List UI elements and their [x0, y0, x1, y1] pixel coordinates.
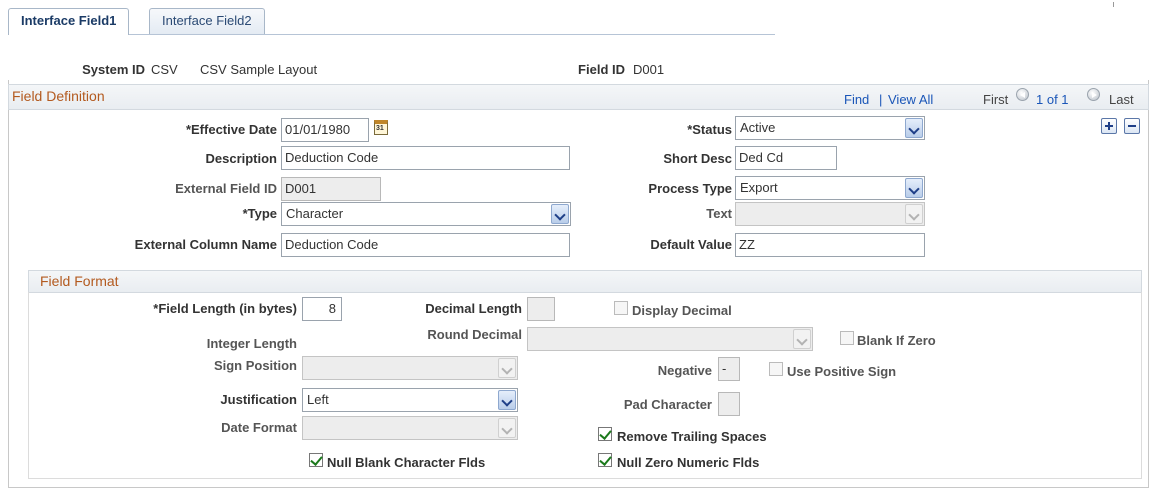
system-id-label: System ID: [82, 62, 145, 77]
chevron-down-icon[interactable]: [905, 178, 923, 198]
process-type-label: Process Type: [648, 181, 732, 196]
null-zero-numeric-label: Null Zero Numeric Flds: [617, 455, 760, 470]
prev-arrow-icon[interactable]: [1016, 88, 1029, 101]
short-desc-input[interactable]: Ded Cd: [735, 146, 837, 170]
type-select[interactable]: Character: [281, 202, 571, 226]
field-format-left-border: [28, 292, 29, 478]
field-id-label: Field ID: [578, 62, 625, 77]
chevron-down-icon: [905, 204, 923, 224]
round-decimal-label: Round Decimal: [427, 327, 522, 342]
process-type-value: Export: [740, 180, 778, 195]
external-column-name-label: External Column Name: [134, 237, 277, 252]
round-decimal-select: [527, 327, 813, 351]
null-blank-character-checkbox[interactable]: [309, 453, 323, 467]
nav-separator: |: [879, 92, 883, 107]
description-label: Description: [205, 151, 277, 166]
field-id-value: D001: [633, 62, 665, 77]
pad-character-label: Pad Character: [623, 397, 712, 412]
effective-date-label: *Effective Date: [185, 122, 277, 137]
use-positive-sign-checkbox: [769, 362, 783, 376]
use-positive-sign-label: Use Positive Sign: [787, 364, 897, 379]
last-label: Last: [1109, 92, 1134, 107]
chevron-down-icon: [498, 418, 516, 438]
text-label: Text: [706, 206, 732, 221]
decimal-length-label: Decimal Length: [425, 301, 522, 316]
external-column-name-input[interactable]: Deduction Code: [281, 233, 570, 257]
remove-trailing-spaces-label: Remove Trailing Spaces: [617, 429, 767, 444]
external-field-id-input: D001: [281, 177, 381, 201]
pad-character-input: [718, 392, 740, 416]
delete-row-minus-icon[interactable]: [1124, 118, 1140, 134]
add-row-plus-icon[interactable]: [1101, 118, 1117, 134]
blank-if-zero-label: Blank If Zero: [857, 333, 936, 348]
field-format-header: [28, 270, 1142, 293]
find-link[interactable]: Find: [844, 92, 869, 108]
chevron-down-icon: [498, 358, 516, 378]
status-value: Active: [740, 120, 776, 135]
view-all-link[interactable]: View All: [888, 92, 933, 108]
field-length-input[interactable]: 8: [302, 297, 342, 321]
blank-if-zero-checkbox: [840, 331, 854, 345]
status-select[interactable]: Active: [735, 116, 925, 140]
field-format-title: Field Format: [40, 273, 119, 289]
date-format-label: Date Format: [221, 420, 297, 435]
field-length-label: *Field Length (in bytes): [153, 301, 297, 316]
null-zero-numeric-checkbox[interactable]: [598, 453, 612, 467]
corner-tick: [1113, 2, 1114, 7]
row-count: 1 of 1: [1036, 92, 1069, 107]
negative-label: Negative: [657, 363, 712, 378]
system-description: CSV Sample Layout: [200, 62, 318, 77]
sign-position-label: Sign Position: [213, 358, 297, 373]
sign-position-select: [302, 356, 518, 380]
decimal-length-input: [527, 297, 555, 321]
status-label: *Status: [687, 122, 732, 137]
chevron-down-icon: [793, 329, 811, 349]
calendar-glyph: 31: [376, 125, 384, 132]
tab-interface-field2[interactable]: Interface Field2: [149, 8, 265, 34]
description-input[interactable]: Deduction Code: [281, 146, 570, 170]
display-decimal-checkbox: [614, 301, 628, 315]
display-decimal-label: Display Decimal: [632, 303, 732, 318]
next-arrow-icon[interactable]: [1087, 88, 1100, 101]
short-desc-label: Short Desc: [663, 151, 732, 166]
field-format-right-border: [1141, 292, 1142, 478]
effective-date-input[interactable]: 01/01/1980: [281, 118, 369, 142]
frame-left-border: [8, 80, 9, 488]
chevron-down-icon[interactable]: [551, 204, 569, 224]
process-type-select[interactable]: Export: [735, 176, 925, 200]
chevron-down-icon[interactable]: [498, 390, 516, 410]
system-id-value: CSV: [151, 62, 178, 77]
justification-select[interactable]: Left: [302, 388, 518, 412]
first-label: First: [983, 92, 1009, 107]
external-field-id-label: External Field ID: [175, 181, 277, 196]
frame-right-border: [1148, 80, 1149, 488]
text-select: [735, 202, 925, 226]
default-value-label: Default Value: [650, 237, 732, 252]
calendar-icon[interactable]: 31: [374, 120, 388, 135]
justification-value: Left: [307, 392, 329, 407]
tab-interface-field1[interactable]: Interface Field1: [8, 8, 130, 35]
frame-bottom-border: [8, 487, 1149, 488]
field-definition-header: [8, 84, 1149, 110]
field-definition-title: Field Definition: [12, 88, 105, 104]
default-value-input[interactable]: ZZ: [735, 233, 925, 257]
date-format-select: [302, 416, 518, 440]
type-value: Character: [286, 206, 344, 221]
negative-input: -: [718, 357, 740, 381]
type-label: *Type: [242, 206, 277, 221]
justification-label: Justification: [220, 392, 297, 407]
remove-trailing-spaces-checkbox[interactable]: [598, 427, 612, 441]
null-blank-character-label: Null Blank Character Flds: [327, 455, 486, 470]
chevron-down-icon[interactable]: [905, 118, 923, 138]
field-format-bottom-border: [28, 478, 1142, 479]
integer-length-label: Integer Length: [206, 336, 297, 351]
